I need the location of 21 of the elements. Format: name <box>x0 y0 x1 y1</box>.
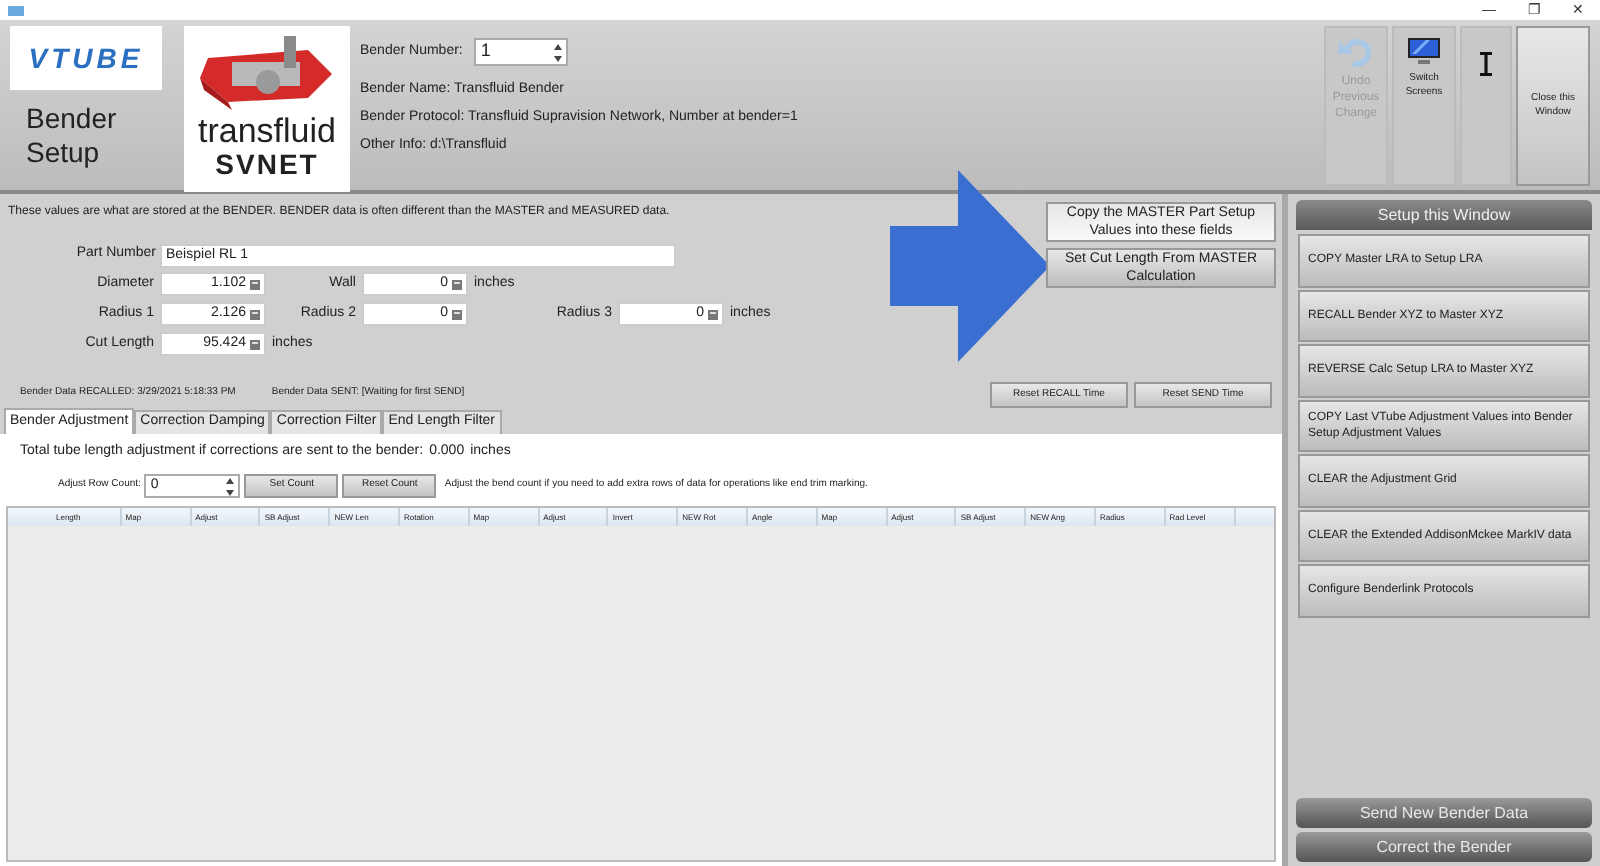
monitor-icon <box>1406 36 1442 68</box>
spinner-arrows-icon[interactable] <box>554 43 563 61</box>
footer-button[interactable]: Correct the Bender <box>1296 832 1592 862</box>
calculator-icon[interactable] <box>250 309 260 319</box>
calculator-icon[interactable] <box>250 339 260 349</box>
brand-name: SVNET <box>215 148 319 180</box>
logo-text: VTUBE <box>28 39 144 77</box>
section-header: Setup this Window <box>1296 200 1592 230</box>
app-icon <box>8 3 24 17</box>
text-cursor-icon <box>1480 52 1492 76</box>
calculator-icon[interactable] <box>452 279 462 289</box>
footer-button[interactable]: Send New Bender Data <box>1296 798 1592 828</box>
bender-number-spinner[interactable]: 1 <box>474 38 569 66</box>
arrow-icon <box>890 170 1050 362</box>
calculator-icon[interactable] <box>708 309 718 319</box>
brand-name: transfluid <box>198 114 336 148</box>
page-title: Bender Setup <box>24 100 119 170</box>
undo-icon <box>1336 36 1376 68</box>
calculator-icon[interactable] <box>452 309 462 319</box>
spinner-arrows-icon[interactable] <box>226 477 235 495</box>
calculator-icon[interactable] <box>250 279 260 289</box>
